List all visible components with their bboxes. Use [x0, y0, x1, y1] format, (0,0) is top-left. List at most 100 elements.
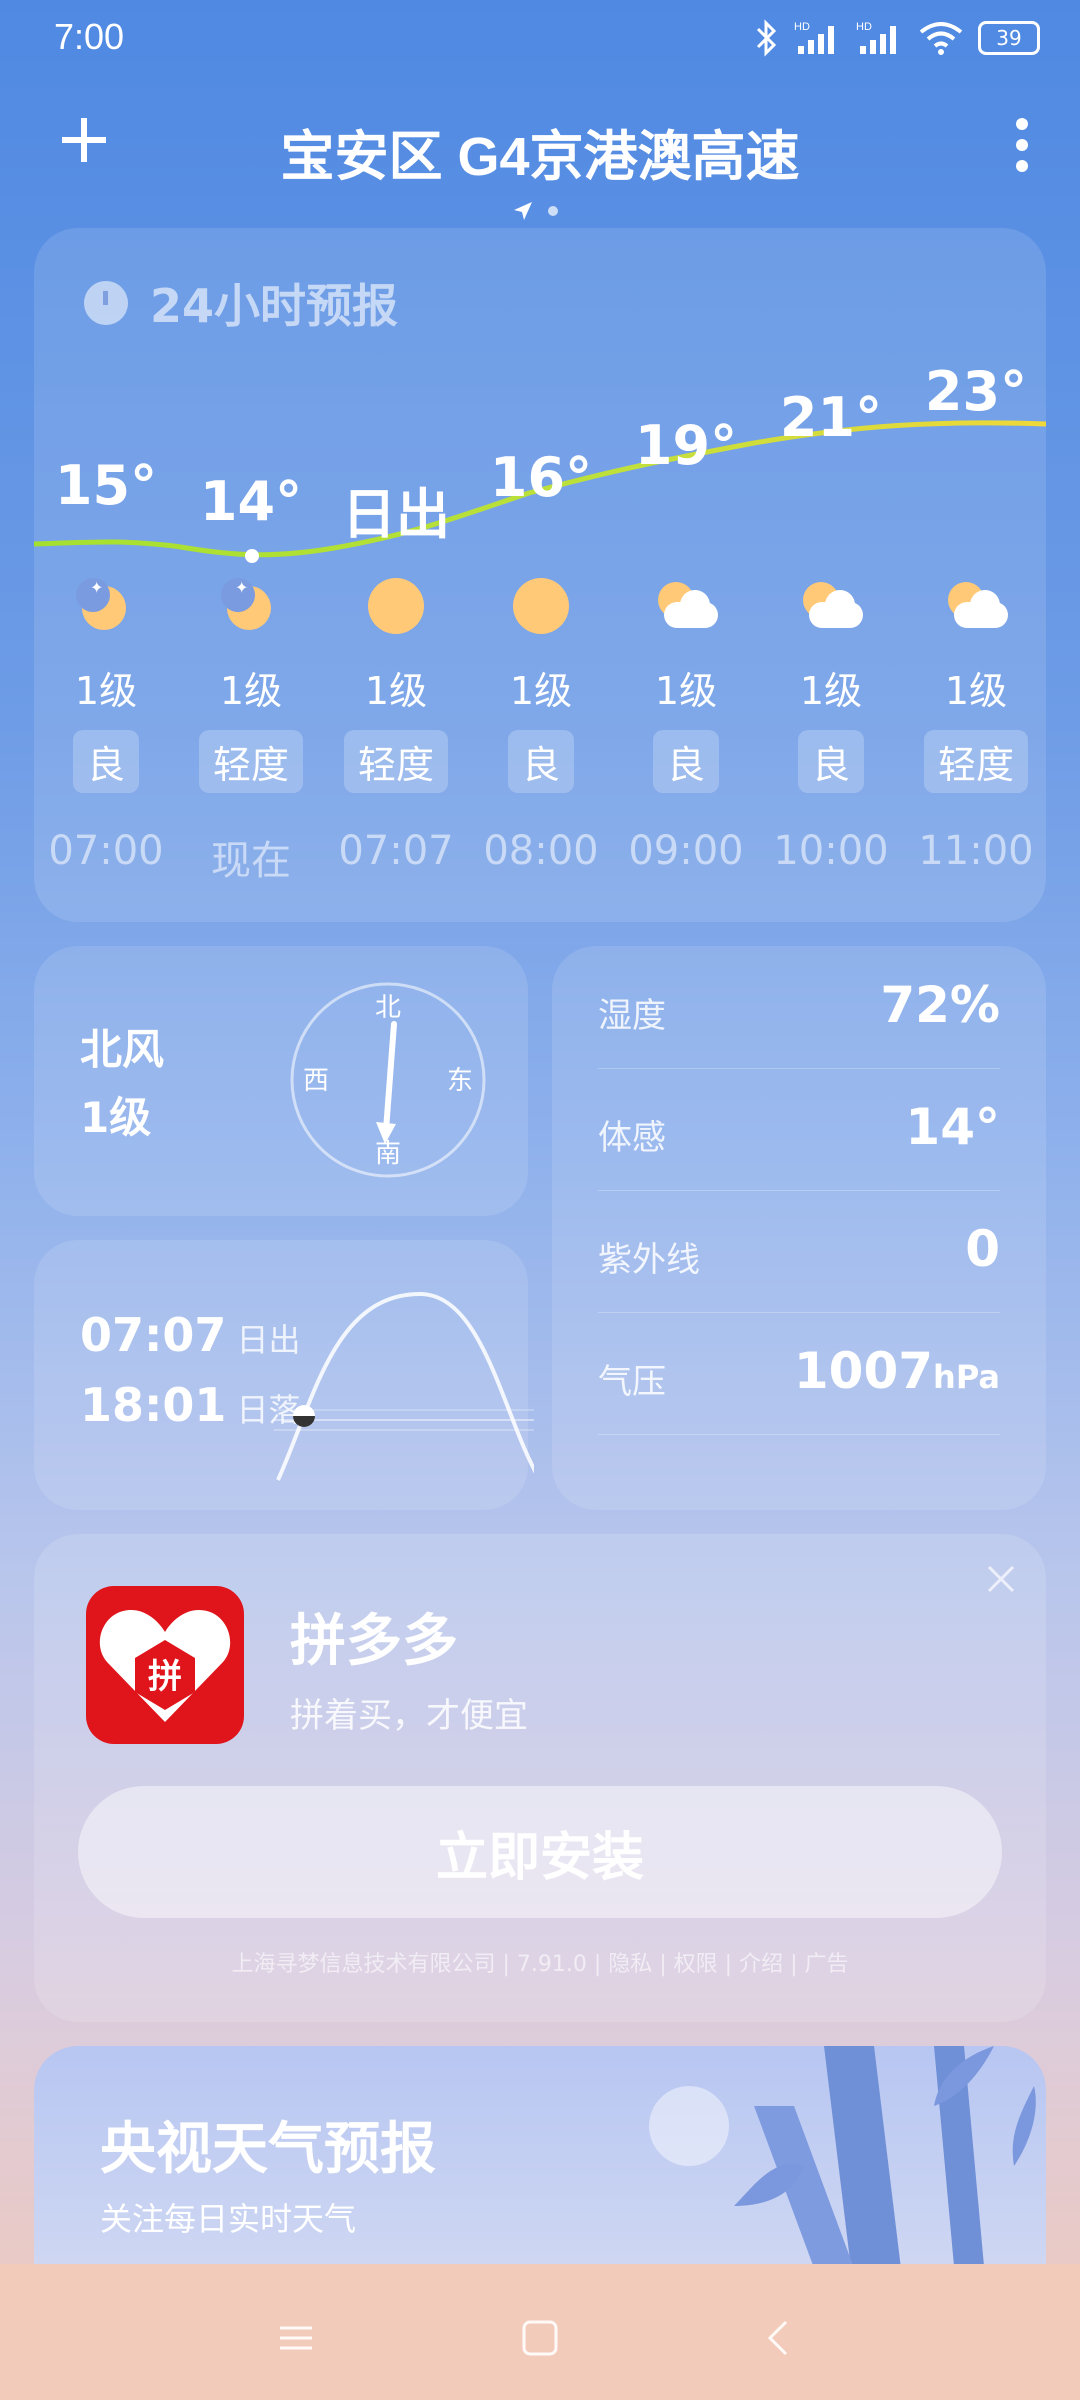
- moon-icon: ✦: [221, 576, 281, 636]
- hourly-aqi-badge: 良: [652, 730, 720, 793]
- partly-cloudy-icon: [946, 576, 1008, 636]
- status-time: 7:00: [54, 16, 125, 57]
- hourly-columns: 15° ✦ 1级良 07:00 14° ✦ 1级 轻度 现在 日出 1级 轻度 07:07 16° 1级良 0…: [34, 228, 1046, 922]
- sunset-time: 18:01: [80, 1378, 227, 1432]
- close-icon: [987, 1565, 1015, 1593]
- detail-key: 紫外线: [598, 1240, 700, 1280]
- back-button[interactable]: [750, 2308, 810, 2368]
- hourly-aqi-badge: 良: [797, 730, 865, 793]
- detail-value: 1007hPa: [793, 1342, 1000, 1400]
- hourly-time: 08:00: [483, 828, 599, 874]
- ad-app-name: 拼多多: [290, 1609, 458, 1674]
- hourly-item: 日出 1级 轻度 07:07: [326, 228, 466, 922]
- status-icons: HD HD 39: [754, 14, 1040, 62]
- detail-row: 气压 1007hPa: [598, 1312, 1000, 1435]
- more-menu-button[interactable]: [1012, 118, 1032, 172]
- page-indicator: [512, 200, 558, 222]
- hourly-wind: 1级: [219, 669, 283, 713]
- hourly-temp: 日出: [342, 483, 450, 546]
- ad-slogan: 拼着买，才便宜: [290, 1696, 528, 1736]
- page-dot: [548, 206, 558, 216]
- compass-north: 北: [375, 993, 401, 1023]
- hourly-weather: ✦: [76, 576, 136, 636]
- hourly-temp: 16°: [489, 446, 593, 509]
- sun-icon: [513, 578, 569, 634]
- install-button[interactable]: 立即安装: [78, 1786, 1002, 1918]
- sun-arc-icon: [274, 1291, 534, 1481]
- compass-south: 南: [375, 1139, 401, 1169]
- bluetooth-icon: [756, 19, 777, 57]
- menu-icon: [280, 2326, 312, 2350]
- hourly-forecast-card[interactable]: 24小时预报 15° ✦ 1级良 07:00 14° ✦ 1级 轻度 现在 日出 1级 轻度 07:07…: [34, 228, 1046, 922]
- hourly-weather: [801, 576, 863, 636]
- wind-card[interactable]: 北风 1级 北 南 东 西: [34, 946, 528, 1216]
- plus-icon: [62, 118, 106, 162]
- location-arrow-icon: [514, 202, 532, 220]
- status-bar: 7:00 HD HD 39: [0, 0, 1080, 80]
- wind-text: 北风 1级: [80, 1016, 164, 1152]
- hourly-aqi-badge: 轻度: [923, 730, 1029, 793]
- recent-apps-button[interactable]: [266, 2308, 326, 2368]
- hourly-weather: [511, 576, 571, 636]
- ad-meta: 上海寻梦信息技术有限公司 | 7.91.0 | 隐私 | 权限 | 介绍 | 广…: [231, 1952, 849, 1977]
- location-title: 宝安区 G4京港澳高速: [280, 127, 800, 187]
- signal-2-icon: HD: [856, 21, 896, 54]
- top-bar: 宝安区 G4京港澳高速: [0, 110, 1080, 187]
- sun-card[interactable]: 07:07 日出 18:01 日落: [34, 1240, 534, 1510]
- sunrise-time: 07:07: [80, 1308, 227, 1362]
- wifi-icon: [919, 22, 963, 55]
- detail-row: 湿度 72%: [598, 946, 1000, 1069]
- ad-card[interactable]: 拼 拼多多 拼着买，才便宜 立即安装 上海寻梦信息技术有限公司 | 7.91.0…: [34, 1534, 1046, 2022]
- hourly-time: 09:00: [628, 828, 744, 874]
- pdd-logo: 拼: [86, 1586, 244, 1744]
- detail-key: 湿度: [598, 996, 666, 1036]
- details-card[interactable]: 湿度 72% 体感 14° 紫外线 0 气压 1007hPa: [552, 946, 1046, 1510]
- detail-row: 紫外线 0: [598, 1190, 1000, 1313]
- hourly-weather: [946, 576, 1008, 636]
- compass-east: 东: [447, 1066, 473, 1096]
- hourly-weather: [656, 576, 718, 636]
- detail-key: 体感: [598, 1118, 666, 1158]
- hourly-time: 11:00: [918, 828, 1034, 874]
- hourly-wind: 1级: [364, 669, 428, 713]
- add-city-button[interactable]: [54, 110, 114, 180]
- hourly-item: 14° ✦ 1级 轻度 现在: [181, 228, 321, 922]
- svg-text:HD: HD: [794, 21, 810, 33]
- hourly-temp: 15°: [54, 454, 158, 517]
- home-button[interactable]: [510, 2308, 570, 2368]
- hourly-temp: 14°: [199, 470, 303, 533]
- detail-value: 72%: [880, 976, 1000, 1034]
- hourly-time: 现在: [211, 838, 291, 884]
- moon-icon: ✦: [76, 576, 136, 636]
- sun-icon: [368, 578, 424, 634]
- wind-direction: 北风: [80, 1025, 165, 1074]
- hourly-wind: 1级: [944, 669, 1008, 713]
- weather-screen: 7:00 HD HD 39 宝安区 G4京港澳高速 24小时预报 15° ✦ 1…: [0, 0, 1080, 2400]
- hourly-item: 15° ✦ 1级良 07:00: [36, 228, 176, 922]
- close-ad-button[interactable]: [986, 1558, 1016, 1604]
- svg-text:HD: HD: [856, 21, 872, 33]
- partly-cloudy-icon: [656, 576, 718, 636]
- hourly-item: 19° 1级良 09:00: [616, 228, 756, 922]
- detail-value: 0: [965, 1220, 1000, 1278]
- partly-cloudy-icon: [801, 576, 863, 636]
- cctv-subtitle: 关注每日实时天气: [100, 2200, 357, 2238]
- hourly-item: 21° 1级良 10:00: [761, 228, 901, 922]
- sunset-row: 18:01 日落: [80, 1378, 300, 1432]
- hourly-temp: 23°: [924, 360, 1028, 423]
- detail-value: 14°: [905, 1098, 1000, 1156]
- sunrise-row: 07:07 日出: [80, 1308, 300, 1362]
- cctv-title: 央视天气预报: [100, 2117, 436, 2182]
- back-icon: [767, 2320, 788, 2356]
- hourly-wind: 1级: [509, 669, 573, 713]
- hourly-temp: 19°: [634, 414, 738, 477]
- compass-west: 西: [303, 1066, 329, 1096]
- hourly-aqi-badge: 良: [72, 730, 140, 793]
- hourly-wind: 1级: [799, 669, 863, 713]
- hourly-aqi-badge: 轻度: [343, 730, 449, 793]
- pdd-logo-text: 拼: [148, 1657, 182, 1697]
- hourly-time: 07:00: [48, 828, 164, 874]
- signal-1-icon: HD: [794, 21, 834, 54]
- hourly-item: 16° 1级良 08:00: [471, 228, 611, 922]
- hourly-weather: [366, 576, 426, 636]
